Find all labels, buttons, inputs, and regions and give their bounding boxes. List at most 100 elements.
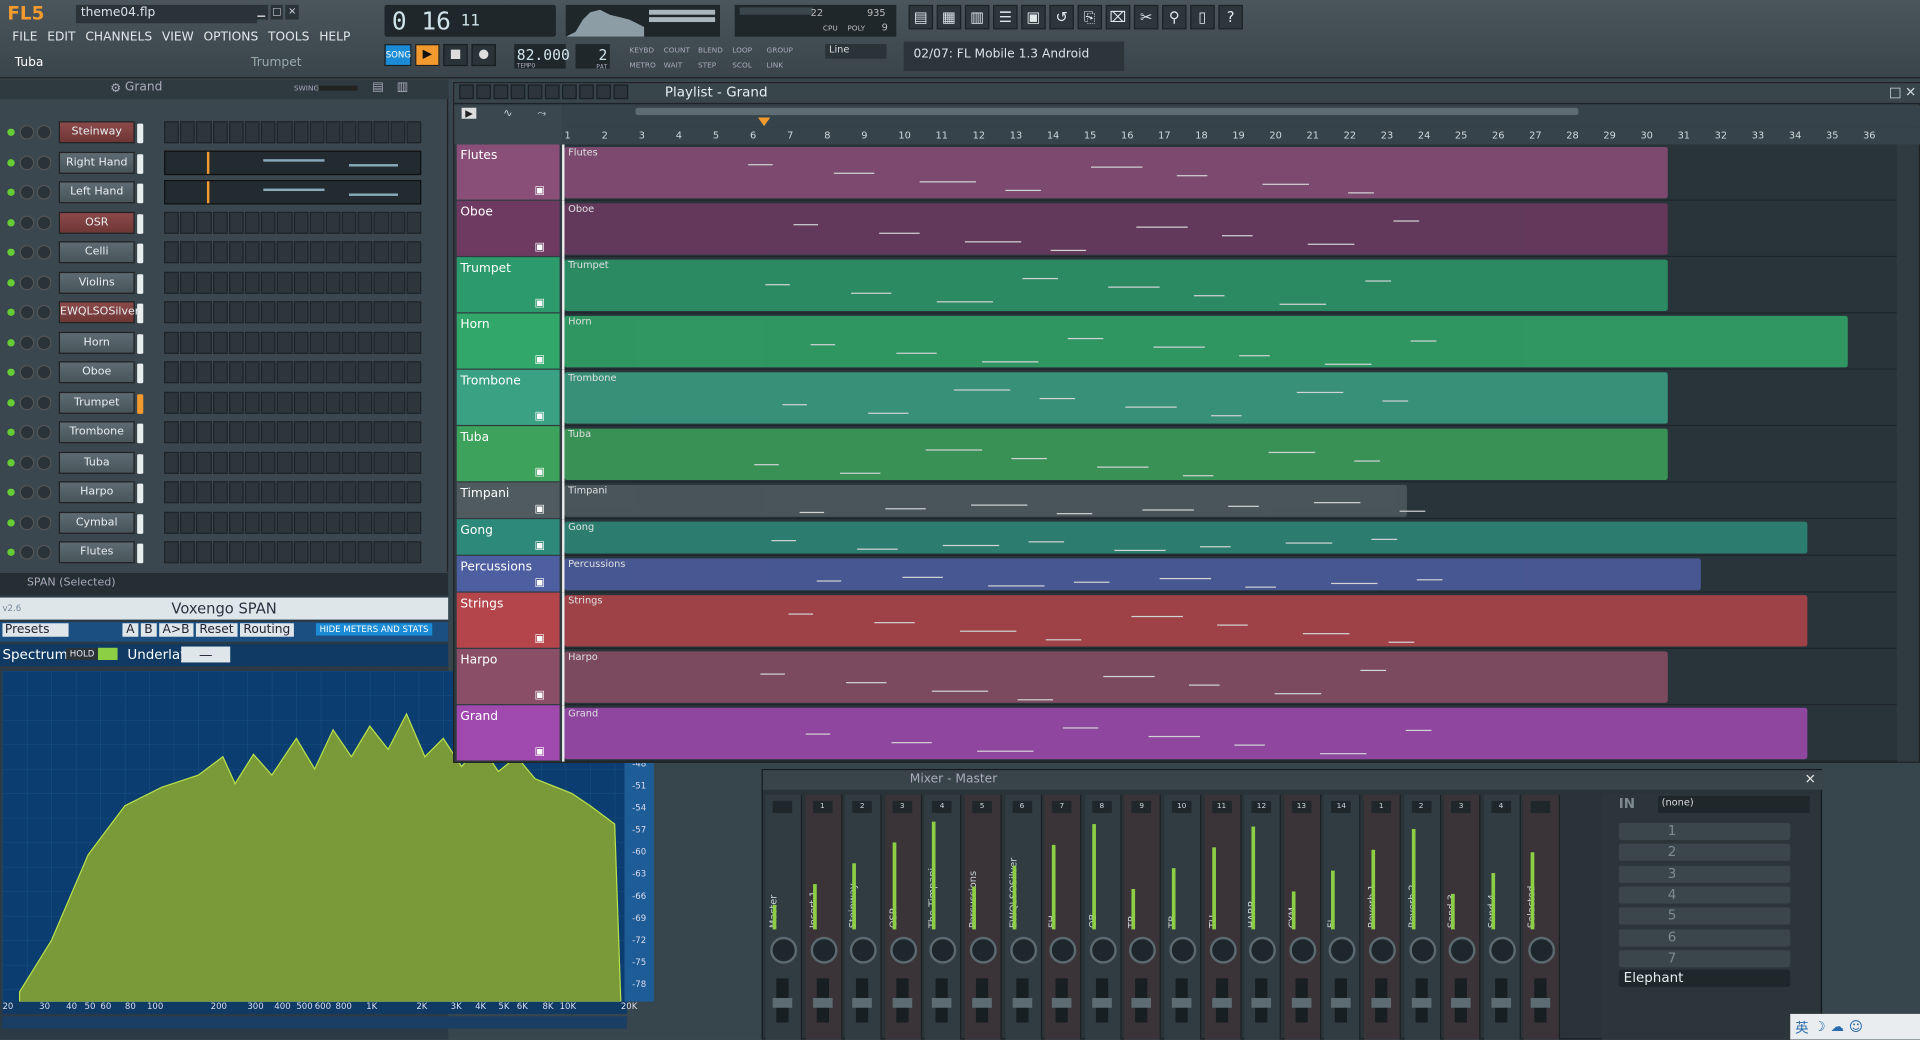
playlist-scroll[interactable] <box>562 105 1920 128</box>
channel-name-button[interactable]: Steinway <box>58 121 135 144</box>
pan-knob[interactable] <box>1329 936 1356 964</box>
step-button[interactable] <box>228 241 244 264</box>
step-button[interactable] <box>341 301 357 324</box>
tray-icon[interactable]: ☁ <box>1830 1019 1843 1035</box>
step-button[interactable] <box>180 391 196 414</box>
fader-handle[interactable] <box>1012 997 1032 1008</box>
step-button[interactable] <box>277 121 293 144</box>
volume-fader[interactable] <box>852 978 873 1023</box>
step-button[interactable] <box>357 421 373 444</box>
step-button[interactable] <box>277 451 293 474</box>
menu-tools[interactable]: TOOLS <box>268 31 309 44</box>
option-group[interactable]: GROUP <box>767 47 793 56</box>
step-button[interactable] <box>212 241 228 264</box>
option-scol[interactable]: SCOL <box>732 61 752 70</box>
step-button[interactable] <box>244 421 260 444</box>
playlist-tool-icon[interactable] <box>579 84 594 100</box>
step-button[interactable] <box>390 361 406 384</box>
track-icon[interactable]: ▣ <box>534 354 544 366</box>
mute-led[interactable] <box>7 398 15 406</box>
step-button[interactable] <box>260 511 276 534</box>
channel-row[interactable]: Trombone <box>0 419 448 448</box>
step-button[interactable] <box>374 331 389 354</box>
pan-knob[interactable] <box>1209 936 1237 964</box>
step-button[interactable] <box>228 421 244 444</box>
step-button[interactable] <box>277 541 293 564</box>
step-button[interactable] <box>341 241 357 264</box>
step-button[interactable] <box>228 391 244 414</box>
volume-knob[interactable] <box>36 244 52 260</box>
channel-row[interactable]: OSR <box>0 209 448 238</box>
pan-knob[interactable] <box>19 364 35 380</box>
step-button[interactable] <box>309 451 325 474</box>
fader-handle[interactable] <box>1291 997 1312 1008</box>
audio-mode-icon[interactable]: ∿ <box>503 108 512 120</box>
mixer-strip[interactable]: 2Steinway <box>845 794 882 1040</box>
step-button[interactable] <box>357 241 373 264</box>
step-button[interactable] <box>228 511 244 534</box>
step-sequencer[interactable] <box>164 331 422 354</box>
step-button[interactable] <box>325 541 341 564</box>
mixer-strip[interactable]: 5Percussions <box>964 794 1002 1040</box>
step-button[interactable] <box>244 271 260 294</box>
step-sequencer[interactable] <box>164 511 422 534</box>
volume-knob[interactable] <box>36 214 52 230</box>
track-icon[interactable]: ▣ <box>534 241 544 253</box>
menu-file[interactable]: FILE <box>12 31 37 44</box>
step-button[interactable] <box>244 511 260 534</box>
step-button[interactable] <box>180 481 196 504</box>
track-icon[interactable]: ▣ <box>534 633 544 645</box>
step-button[interactable] <box>293 451 309 474</box>
undo-icon[interactable]: ↺ <box>1049 4 1074 30</box>
step-button[interactable] <box>164 301 180 324</box>
track-header[interactable]: Tuba ▣ <box>456 426 560 482</box>
close-icon[interactable]: ✕ <box>1905 84 1916 100</box>
song-time-display[interactable]: 0 16 11 <box>384 4 556 37</box>
step-button[interactable] <box>390 301 406 324</box>
channel-name-button[interactable]: Violins <box>58 271 135 294</box>
step-button[interactable] <box>293 331 309 354</box>
volume-fader[interactable] <box>1012 978 1032 1023</box>
step-button[interactable] <box>357 271 373 294</box>
step-button[interactable] <box>212 481 228 504</box>
step-button[interactable] <box>164 451 180 474</box>
volume-fader[interactable] <box>1291 978 1312 1023</box>
track-header[interactable]: Grand ▣ <box>456 705 560 761</box>
step-button[interactable] <box>406 121 422 144</box>
step-button[interactable] <box>374 211 389 234</box>
channel-select[interactable] <box>137 513 144 534</box>
step-button[interactable] <box>293 241 309 264</box>
minimize-icon[interactable]: ▁ <box>254 4 268 20</box>
pan-knob[interactable] <box>19 394 35 410</box>
automation-mode-icon[interactable]: ⤳ <box>538 108 547 120</box>
step-button[interactable] <box>196 391 212 414</box>
step-button[interactable] <box>260 391 276 414</box>
gear-icon[interactable]: ⚙ <box>110 82 121 95</box>
step-sequencer[interactable] <box>164 481 422 504</box>
playlist-tool-icon[interactable] <box>510 84 526 100</box>
step-button[interactable] <box>180 331 196 354</box>
piano-roll-preview[interactable] <box>164 150 422 175</box>
playlist-tool-icon[interactable] <box>613 84 629 100</box>
step-button[interactable] <box>212 541 228 564</box>
pan-knob[interactable] <box>1289 936 1317 964</box>
playlist-ruler[interactable]: 1 2 3 4 5 6 7 8 9 10 11 12 13 14 15 16 17 18 19 20 21 22 23 24 2… <box>562 127 1920 145</box>
step-button[interactable] <box>244 391 260 414</box>
step-button[interactable] <box>293 511 309 534</box>
volume-knob[interactable] <box>36 304 52 320</box>
playlist-title[interactable]: Playlist - Grand <box>665 84 768 100</box>
step-button[interactable] <box>260 241 276 264</box>
menu-edit[interactable]: EDIT <box>47 31 75 44</box>
span-button-2[interactable]: A>B <box>158 623 194 637</box>
fx-slot[interactable]: 1 <box>1618 822 1791 841</box>
channel-select[interactable] <box>137 453 144 474</box>
fader-handle[interactable] <box>1211 997 1232 1008</box>
channel-name-button[interactable]: Tuba <box>58 451 135 474</box>
step-button[interactable] <box>228 481 244 504</box>
span-button-4[interactable]: Routing <box>239 623 294 637</box>
step-button[interactable] <box>357 451 373 474</box>
mute-led[interactable] <box>7 218 15 226</box>
step-button[interactable] <box>180 241 196 264</box>
step-button[interactable] <box>196 211 212 234</box>
pan-knob[interactable] <box>1129 936 1157 964</box>
